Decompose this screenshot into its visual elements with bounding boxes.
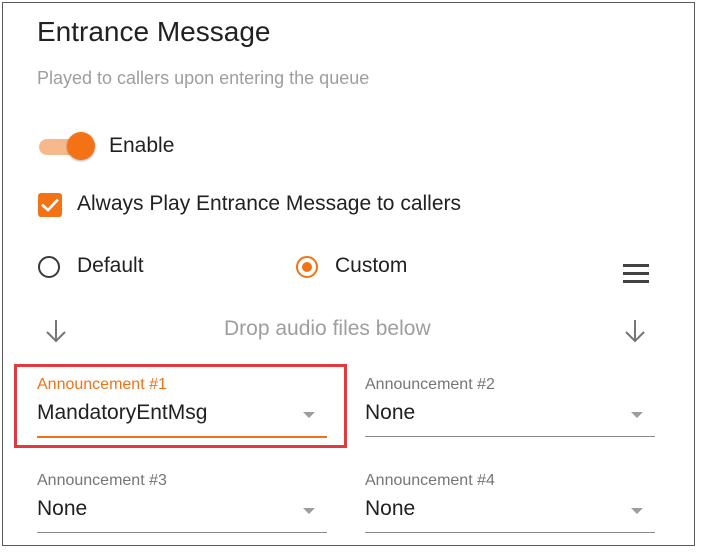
arrow-down-icon: [46, 320, 66, 343]
radio-default[interactable]: [38, 256, 60, 278]
dropdown-caret-icon[interactable]: [631, 508, 643, 514]
radio-custom-label: Custom: [335, 254, 408, 277]
enable-toggle[interactable]: [37, 131, 97, 161]
dropdown-caret-icon[interactable]: [631, 412, 643, 418]
checkmark-icon: [41, 198, 59, 212]
announcement-2-value: None: [365, 401, 416, 424]
section-subtitle: Played to callers upon entering the queu…: [37, 68, 370, 88]
field-underline: [37, 436, 327, 438]
toggle-thumb: [67, 132, 95, 160]
enable-toggle-label: Enable: [109, 134, 175, 157]
drop-zone-text: Drop audio files below: [224, 317, 431, 340]
entrance-message-panel: Entrance Message Played to callers upon …: [2, 2, 695, 546]
announcement-1-label: Announcement #1: [37, 376, 167, 393]
section-title: Entrance Message: [37, 16, 271, 47]
radio-default-label: Default: [77, 254, 144, 277]
field-underline: [365, 532, 655, 533]
menu-icon[interactable]: [622, 264, 650, 286]
dropdown-caret-icon[interactable]: [303, 508, 315, 514]
always-play-checkbox-label: Always Play Entrance Message to callers: [77, 192, 461, 215]
announcement-4-select[interactable]: Announcement #4 None: [365, 472, 655, 538]
announcement-1-select[interactable]: Announcement #1 MandatoryEntMsg: [37, 376, 327, 442]
announcement-2-label: Announcement #2: [365, 376, 495, 393]
arrow-down-icon: [625, 320, 645, 343]
announcement-4-value: None: [365, 497, 416, 520]
always-play-checkbox[interactable]: [38, 193, 62, 217]
radio-custom[interactable]: [296, 256, 318, 278]
announcement-3-value: None: [37, 497, 88, 520]
field-underline: [37, 532, 327, 533]
announcement-4-label: Announcement #4: [365, 472, 495, 489]
announcement-3-label: Announcement #3: [37, 472, 167, 489]
radio-selected-dot: [302, 262, 312, 272]
announcement-1-value: MandatoryEntMsg: [37, 401, 208, 424]
announcement-3-select[interactable]: Announcement #3 None: [37, 472, 327, 538]
announcement-2-select[interactable]: Announcement #2 None: [365, 376, 655, 442]
field-underline: [365, 436, 655, 437]
dropdown-caret-icon[interactable]: [303, 412, 315, 418]
